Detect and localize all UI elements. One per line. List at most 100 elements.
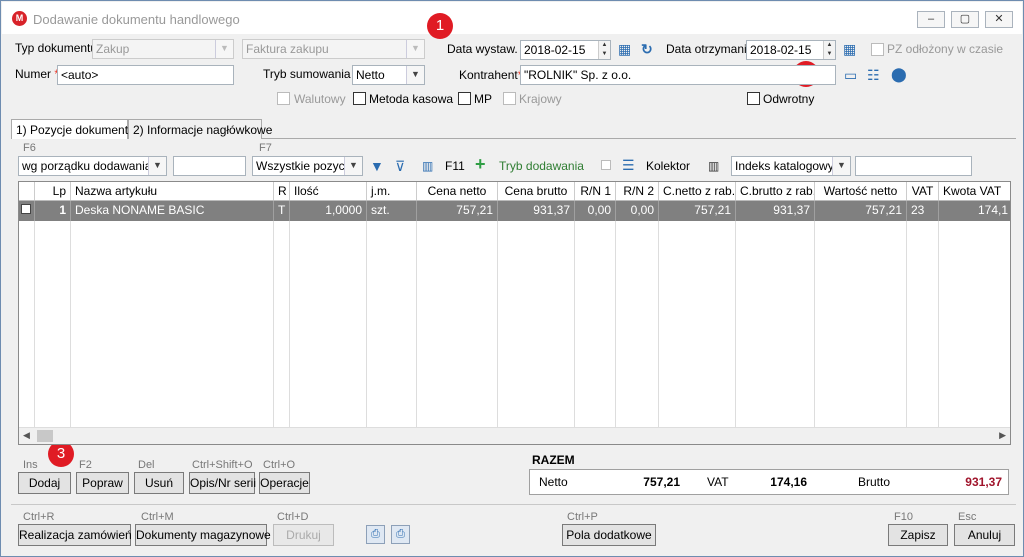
positions-table[interactable]: Lp Nazwa artykułu R Ilość j.m. Cena nett… xyxy=(18,181,1011,445)
calendar-icon[interactable]: ▦ xyxy=(843,41,856,57)
scroll-left-icon[interactable]: ◀ xyxy=(23,430,30,441)
rodzaj-dokumentu-select[interactable]: Faktura zakupu ▼ xyxy=(242,39,425,59)
filter-icon[interactable]: ▼ xyxy=(370,158,384,174)
scrollbar-thumb[interactable] xyxy=(37,430,53,442)
kontrahent-field[interactable]: "ROLNIK" Sp. z o.o. xyxy=(520,65,836,85)
esc-shortcut: Esc xyxy=(958,511,977,523)
data-wystawienia-text: Data wystaw. xyxy=(447,42,518,56)
date-spinner[interactable]: ▲ ▼ xyxy=(598,41,610,59)
drukuj-button[interactable]: Drukuj xyxy=(273,524,334,546)
column-header[interactable]: Wartość netto xyxy=(815,182,907,200)
spin-down-icon[interactable]: ▼ xyxy=(824,50,835,59)
column-header[interactable]: R xyxy=(274,182,290,200)
tryb-dodawania-link[interactable]: Tryb dodawania xyxy=(499,159,584,173)
contact-card-icon[interactable]: ☷ xyxy=(867,67,880,83)
odwrotny-label: Odwrotny xyxy=(763,92,815,106)
spin-up-icon[interactable]: ▲ xyxy=(599,41,610,50)
cell-jm[interactable]: szt. xyxy=(367,201,417,221)
usun-button[interactable]: Usuń xyxy=(134,472,184,494)
calendar-icon[interactable]: ▦ xyxy=(618,41,631,57)
row-select-cell[interactable] xyxy=(19,201,35,221)
filter-select[interactable]: Wszystkie pozycje ▼ xyxy=(252,156,363,176)
cell-ilosc[interactable]: 1,0000 xyxy=(290,201,367,221)
minimize-button[interactable]: ‒ xyxy=(917,11,945,28)
cell-nazwa[interactable]: Deska NONAME BASIC xyxy=(71,201,274,221)
date-spinner[interactable]: ▲ ▼ xyxy=(823,41,835,59)
mp-checkbox[interactable] xyxy=(458,92,471,105)
column-header[interactable]: R/N 1 xyxy=(575,182,616,200)
print-icon[interactable]: ⎙ xyxy=(391,525,410,544)
column-header[interactable]: C.netto z rab. xyxy=(659,182,736,200)
column-header[interactable]: Kwota VAT xyxy=(939,182,1010,200)
walutowy-checkbox[interactable] xyxy=(277,92,290,105)
data-otrzymania-value: 2018-02-15 xyxy=(750,43,812,57)
operacje-button[interactable]: Operacje xyxy=(259,472,310,494)
column-header[interactable]: C.brutto z rab. xyxy=(736,182,815,200)
pz-odlozony-checkbox[interactable] xyxy=(871,43,884,56)
column-header[interactable]: Cena netto xyxy=(417,182,498,200)
metoda-kasowa-checkbox[interactable] xyxy=(353,92,366,105)
f6-shortcut: F6 xyxy=(23,142,36,154)
cell-vat[interactable]: 23 xyxy=(907,201,939,221)
column-header[interactable]: Cena brutto xyxy=(498,182,575,200)
numer-label: Numer * xyxy=(15,67,59,81)
typ-dokumentu-select[interactable]: Zakup ▼ xyxy=(92,39,234,59)
sort-order-select[interactable]: wg porządku dodawania ▼ xyxy=(18,156,167,176)
column-header[interactable]: VAT xyxy=(907,182,939,200)
cell-cbrutto-rab[interactable]: 931,37 xyxy=(736,201,815,221)
folder-icon[interactable]: ▭ xyxy=(844,67,857,83)
data-wystawienia-field[interactable]: 2018-02-15 ▲ ▼ xyxy=(520,40,611,60)
sort-search-input[interactable] xyxy=(173,156,246,176)
pola-dodatkowe-button[interactable]: Pola dodatkowe xyxy=(562,524,656,546)
kolektor-checkbox[interactable] xyxy=(601,160,611,170)
del-shortcut: Del xyxy=(138,459,155,471)
spin-down-icon[interactable]: ▼ xyxy=(599,50,610,59)
dodaj-button[interactable]: Dodaj xyxy=(18,472,71,494)
cell-rn2[interactable]: 0,00 xyxy=(616,201,659,221)
data-otrzymania-field[interactable]: 2018-02-15 ▲ ▼ xyxy=(746,40,836,60)
tab-pozycje-dokumentu[interactable]: 1) Pozycje dokumentu xyxy=(11,119,135,139)
close-button[interactable]: ✕ xyxy=(985,11,1013,28)
cell-cnetto-rab[interactable]: 757,21 xyxy=(659,201,736,221)
column-header[interactable]: R/N 2 xyxy=(616,182,659,200)
opis-nr-serii-button[interactable]: Opis/Nr serii xyxy=(189,472,256,494)
cell-cena-netto[interactable]: 757,21 xyxy=(417,201,498,221)
odwrotny-checkbox[interactable] xyxy=(747,92,760,105)
tab-informacje-naglowkowe[interactable]: 2) Informacje nagłówkowe xyxy=(128,119,272,139)
anuluj-button[interactable]: Anuluj xyxy=(954,524,1015,546)
tryb-sumowania-select[interactable]: Netto ▼ xyxy=(352,65,425,85)
popraw-button[interactable]: Popraw xyxy=(76,472,129,494)
zapisz-button[interactable]: Zapisz xyxy=(888,524,948,546)
realizacja-zamowien-button[interactable]: Realizacja zamówień xyxy=(18,524,132,546)
indeks-select[interactable]: Indeks katalogowy ▼ xyxy=(731,156,851,176)
column-header[interactable]: Nazwa artykułu xyxy=(71,182,274,200)
column-header[interactable]: Lp xyxy=(35,182,71,200)
refresh-icon[interactable]: ↻ xyxy=(641,41,653,57)
numer-field[interactable]: <auto> xyxy=(57,65,234,85)
plus-icon[interactable]: + xyxy=(475,155,486,173)
row-checkbox[interactable] xyxy=(21,204,31,214)
indeks-search-input[interactable] xyxy=(855,156,972,176)
scroll-right-icon[interactable]: ▶ xyxy=(999,430,1006,441)
dokumenty-magazynowe-button[interactable]: Dokumenty magazynowe xyxy=(135,524,271,546)
krajowy-checkbox[interactable] xyxy=(503,92,516,105)
column-header[interactable]: j.m. xyxy=(367,182,417,200)
horizontal-scrollbar[interactable]: ◀ ▶ xyxy=(19,427,1010,444)
table-row[interactable]: 1 Deska NONAME BASIC T 1,0000 szt. 757,2… xyxy=(19,201,1010,221)
barcode-icon[interactable]: ▥ xyxy=(708,158,719,174)
barcode-icon[interactable]: ▥ xyxy=(422,158,433,174)
maximize-button[interactable]: ▢ xyxy=(951,11,979,28)
cell-lp[interactable]: 1 xyxy=(35,201,71,221)
spin-up-icon[interactable]: ▲ xyxy=(824,41,835,50)
column-header[interactable]: Ilość xyxy=(290,182,367,200)
f10-shortcut: F10 xyxy=(894,511,913,523)
cell-rn1[interactable]: 0,00 xyxy=(575,201,616,221)
cell-r[interactable]: T xyxy=(274,201,290,221)
clear-filter-icon[interactable]: ⊽ xyxy=(395,158,405,174)
cell-kwota-vat[interactable]: 174,1 xyxy=(939,201,1010,221)
cell-cena-brutto[interactable]: 931,37 xyxy=(498,201,575,221)
scanner-icon[interactable]: ☰ xyxy=(622,157,635,173)
location-pin-icon[interactable]: ⬤ xyxy=(891,66,907,82)
print-preview-icon[interactable]: ⎙ xyxy=(366,525,385,544)
cell-wartosc-netto[interactable]: 757,21 xyxy=(815,201,907,221)
